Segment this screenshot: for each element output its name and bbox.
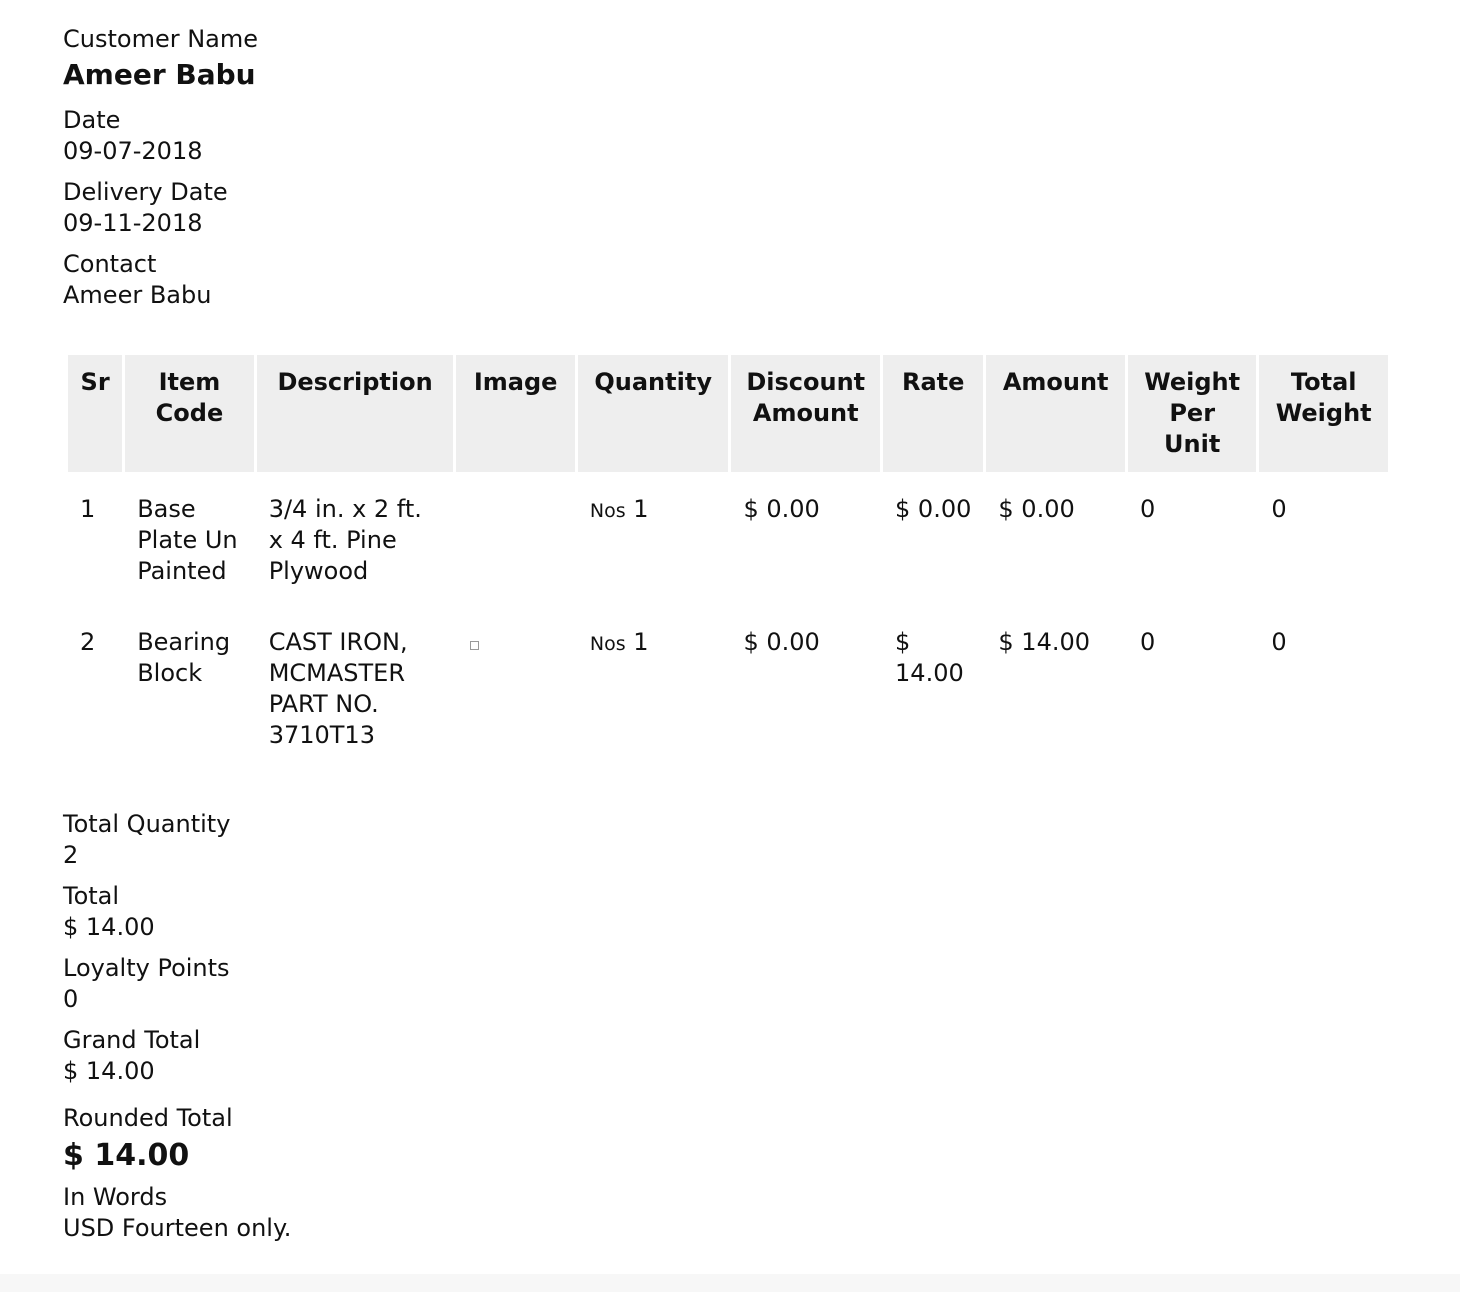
- cell-item-code: Base Plate Un Painted: [137, 495, 238, 585]
- date-label: Date: [63, 106, 121, 134]
- rounded-total-field: Rounded Total $ 14.00: [63, 1103, 1403, 1178]
- cell-image: [456, 605, 574, 769]
- col-image: Image: [456, 355, 575, 472]
- in-words-field: In Words USD Fourteen only.: [63, 1182, 1403, 1244]
- cell-quantity: Nos 1: [578, 605, 729, 769]
- in-words-label: In Words: [63, 1183, 168, 1211]
- delivery-date-value: 09-11-2018: [63, 209, 203, 237]
- cell-rate: $ 14.00: [895, 628, 964, 687]
- rounded-total-label: Rounded Total: [63, 1104, 233, 1132]
- col-total-weight: Total Weight: [1259, 355, 1388, 472]
- cell-description: 3/4 in. x 2 ft. x 4 ft. Pine Plywood: [268, 495, 422, 585]
- loyalty-points-label: Loyalty Points: [63, 954, 230, 982]
- date-value: 09-07-2018: [63, 137, 203, 165]
- total-quantity-label: Total Quantity: [63, 810, 231, 838]
- cell-quantity: Nos 1: [578, 472, 729, 605]
- cell-total-weight: 0: [1271, 628, 1287, 656]
- cell-item-code: Bearing Block: [137, 628, 231, 687]
- cell-discount: $ 0.00: [743, 628, 820, 656]
- cell-qty: 1: [633, 495, 649, 523]
- total-field: Total $ 14.00: [63, 881, 1403, 943]
- grand-total-label: Grand Total: [63, 1026, 201, 1054]
- col-rate: Rate: [883, 355, 984, 472]
- cell-weight-per-unit: 0: [1139, 495, 1156, 523]
- grand-total-value: $ 14.00: [63, 1057, 155, 1085]
- cell-amount: $ 14.00: [998, 628, 1091, 656]
- customer-name-label: Customer Name: [63, 25, 259, 53]
- total-quantity-value: 2: [63, 841, 79, 869]
- broken-image-icon: [470, 641, 480, 650]
- col-weight-per-unit: Weight Per Unit: [1127, 355, 1257, 472]
- cell-sr: 1: [80, 495, 96, 523]
- delivery-date-label: Delivery Date: [63, 178, 228, 206]
- customer-name-value: Ameer Babu: [63, 58, 256, 91]
- total-label: Total: [63, 882, 120, 910]
- col-quantity: Quantity: [577, 355, 729, 472]
- contact-field: Contact Ameer Babu: [63, 249, 1403, 311]
- cell-image: [456, 472, 574, 605]
- loyalty-points-field: Loyalty Points 0: [63, 953, 1403, 1015]
- cell-amount: $ 0.00: [998, 495, 1075, 523]
- col-sr: Sr: [68, 355, 123, 472]
- delivery-date-field: Delivery Date 09-11-2018: [63, 177, 1403, 239]
- cell-uom: Nos: [589, 500, 626, 522]
- cell-total-weight: 0: [1271, 495, 1287, 523]
- col-item-code: Item Code: [125, 355, 254, 472]
- cell-sr: 2: [80, 628, 96, 656]
- totals-section: Total Quantity 2 Total $ 14.00 Loyalty P…: [63, 809, 1403, 1244]
- total-quantity-field: Total Quantity 2: [63, 809, 1403, 871]
- table-row: 2 Bearing Block CAST IRON, MCMASTER PART…: [68, 605, 1388, 769]
- col-amount: Amount: [986, 355, 1125, 472]
- cell-qty: 1: [633, 628, 649, 656]
- cell-discount: $ 0.00: [743, 495, 820, 523]
- col-discount-amount: Discount Amount: [731, 355, 881, 472]
- contact-value: Ameer Babu: [63, 281, 212, 309]
- grand-total-field: Grand Total $ 14.00: [63, 1025, 1403, 1087]
- table-row: 1 Base Plate Un Painted 3/4 in. x 2 ft. …: [68, 472, 1388, 605]
- customer-name-field: Customer Name Ameer Babu: [63, 24, 1403, 95]
- cell-weight-per-unit: 0: [1139, 628, 1156, 656]
- loyalty-points-value: 0: [63, 985, 79, 1013]
- col-description: Description: [256, 355, 454, 472]
- total-value: $ 14.00: [63, 913, 155, 941]
- date-field: Date 09-07-2018: [63, 105, 1403, 167]
- cell-uom: Nos: [589, 633, 626, 655]
- items-table: Sr Item Code Description Image Quantity …: [65, 355, 1391, 769]
- print-document: Customer Name Ameer Babu Date 09-07-2018…: [63, 24, 1403, 1244]
- rounded-total-value: $ 14.00: [63, 1138, 190, 1173]
- page-footer-bar: [0, 1274, 1460, 1292]
- contact-label: Contact: [63, 250, 157, 278]
- cell-rate: $ 0.00: [895, 495, 972, 523]
- cell-description: CAST IRON, MCMASTER PART NO. 3710T13: [268, 628, 408, 749]
- in-words-value: USD Fourteen only.: [63, 1214, 292, 1242]
- table-header-row: Sr Item Code Description Image Quantity …: [68, 355, 1388, 472]
